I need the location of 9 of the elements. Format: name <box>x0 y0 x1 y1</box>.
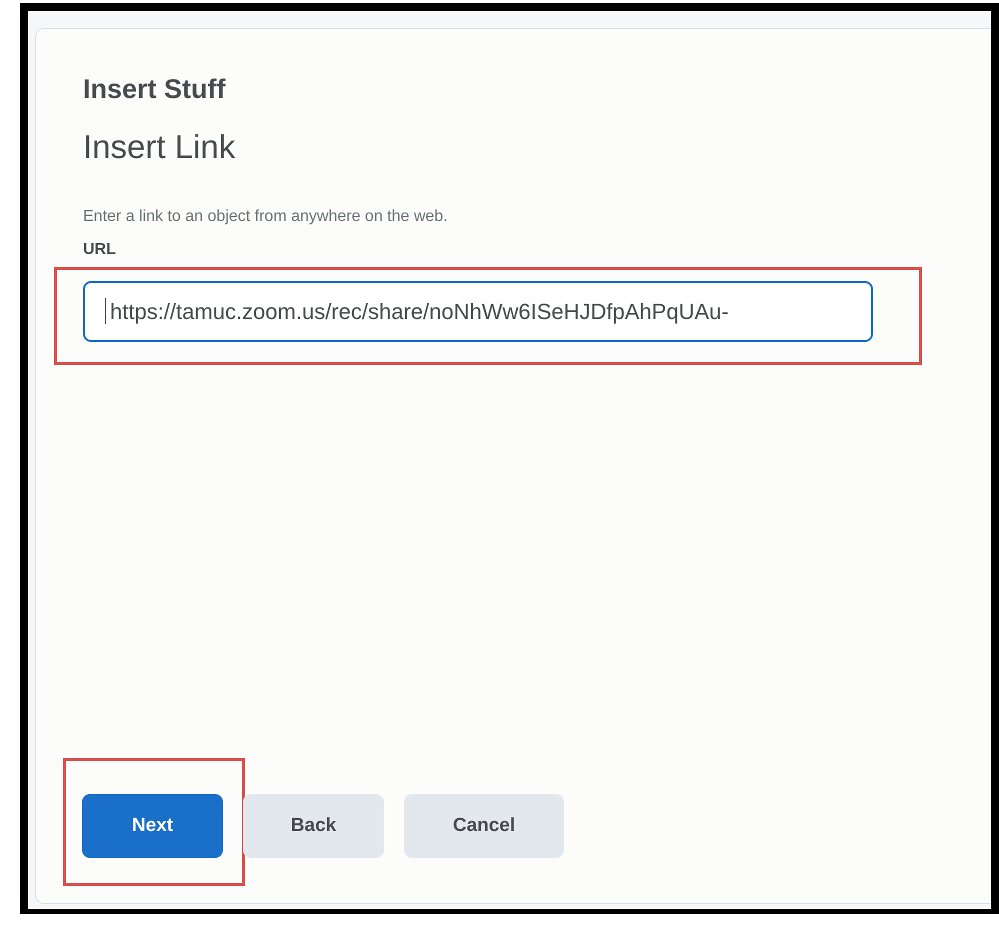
next-button[interactable]: Next <box>82 794 223 858</box>
dialog-button[interactable]: Back <box>243 794 384 858</box>
dialog-heading: Insert Link <box>83 128 236 166</box>
dialog-title: Insert Stuff <box>83 74 227 106</box>
description-text: Enter a link to an object from anywhere on the web. <box>83 208 449 226</box>
field-label: URL <box>83 241 117 259</box>
text-cursor <box>105 298 106 324</box>
dialog-button[interactable]: Cancel <box>404 794 564 858</box>
url-field[interactable]: https://tamuc.zoom.us/rec/share/noNhWw6ISeHJDfpAhPqUAu- <box>83 281 873 342</box>
